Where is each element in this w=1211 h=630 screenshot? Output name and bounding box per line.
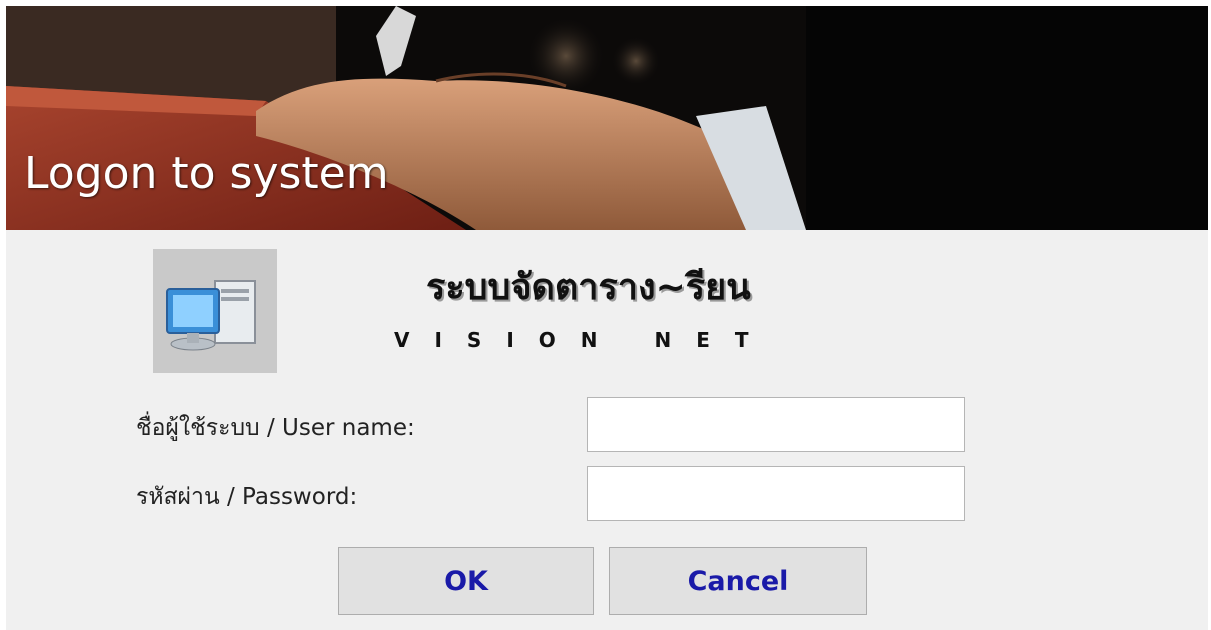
cancel-button[interactable]: Cancel	[609, 547, 867, 615]
app-subtitle: VISION NET	[394, 328, 774, 352]
ok-button[interactable]: OK	[338, 547, 594, 615]
app-title: ระบบจัดตาราง~รียน	[426, 267, 751, 308]
banner-title: Logon to system	[24, 148, 389, 199]
username-input[interactable]	[587, 397, 965, 452]
password-label: รหัสผ่าน / Password:	[136, 484, 358, 510]
logon-window: Logon to system ระบบจัดตาราง~รียน VISION…	[6, 6, 1208, 630]
computer-icon	[153, 249, 277, 373]
username-label: ชื่อผู้ใช้ระบบ / User name:	[136, 415, 415, 441]
banner-image: Logon to system	[6, 6, 1208, 230]
password-input[interactable]	[587, 466, 965, 521]
